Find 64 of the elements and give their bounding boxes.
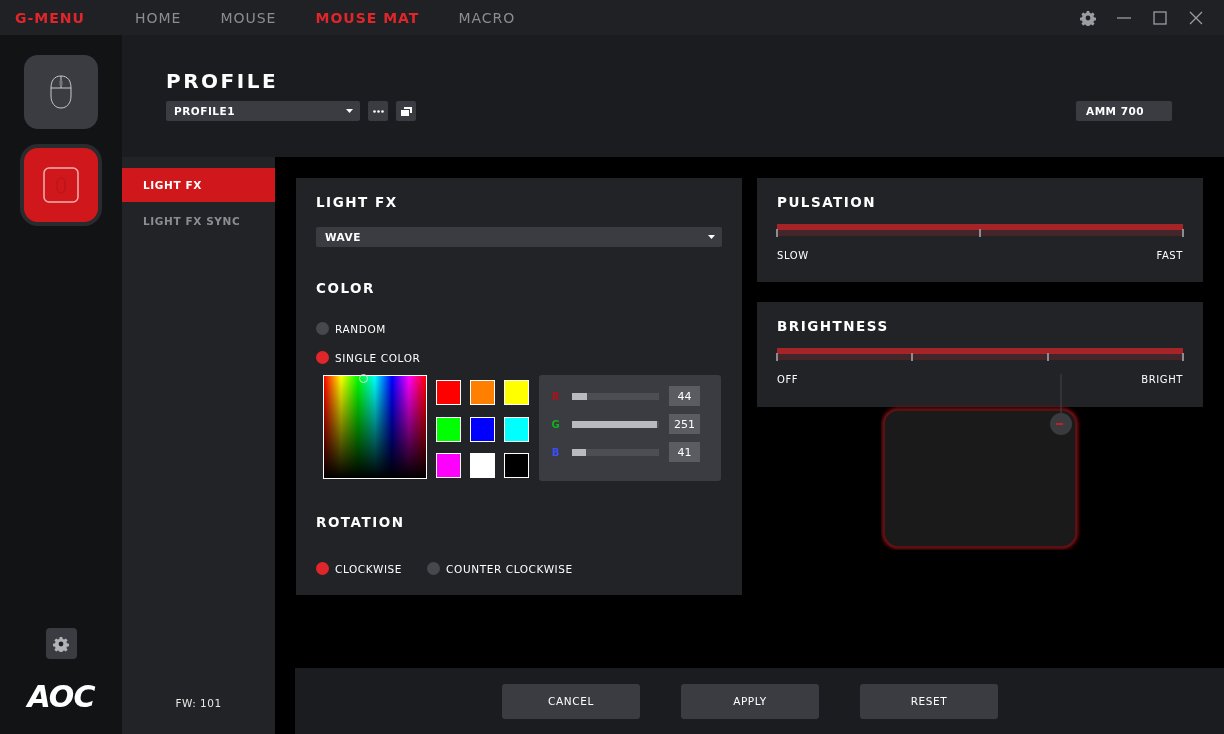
channel-label: R <box>550 390 561 402</box>
radio-button[interactable] <box>427 562 441 575</box>
slider-min-label: SLOW <box>777 250 809 261</box>
submenu-item[interactable]: LIGHT FX <box>122 168 275 202</box>
slider-max-label: BRIGHT <box>1141 374 1183 385</box>
close-icon[interactable] <box>1188 9 1204 26</box>
profile-dropdown[interactable]: PROFILE1 <box>166 101 360 121</box>
mouse-device-button[interactable] <box>24 55 98 129</box>
color-swatch[interactable] <box>504 416 529 442</box>
section-title: COLOR <box>316 280 376 296</box>
action-button[interactable]: RESET <box>860 683 998 719</box>
radio-button[interactable] <box>316 322 329 335</box>
color-swatch[interactable] <box>470 380 495 405</box>
channel-value-field[interactable]: 44 <box>669 386 700 406</box>
submenu-item[interactable]: LIGHT FX SYNC <box>122 204 275 238</box>
action-button[interactable]: CANCEL <box>502 683 640 719</box>
nav-tab[interactable]: MACRO <box>458 9 516 26</box>
settings-button[interactable] <box>45 628 77 659</box>
settings-icon[interactable] <box>53 635 69 652</box>
color-swatch[interactable] <box>470 416 495 442</box>
color-swatch[interactable] <box>470 453 495 479</box>
slider-max-label: FAST <box>1156 250 1183 261</box>
settings-icon[interactable] <box>1080 9 1096 26</box>
section-title: LIGHT FX <box>316 194 399 210</box>
color-swatch[interactable] <box>436 380 461 405</box>
radio-button[interactable] <box>316 562 329 575</box>
radio-label[interactable]: SINGLE COLOR <box>335 351 421 364</box>
radio-label[interactable]: CLOCKWISE <box>335 562 403 575</box>
copy-icon <box>400 106 412 116</box>
model-label: AMM 700 <box>1076 101 1172 121</box>
nav-tab[interactable]: HOME <box>134 9 182 26</box>
radio-button[interactable] <box>316 351 329 364</box>
section-title: BRIGHTNESS <box>777 318 890 334</box>
section-title: PULSATION <box>777 194 878 210</box>
color-swatch[interactable] <box>504 380 529 405</box>
logo: AOC <box>27 679 95 714</box>
slider-min-label: OFF <box>777 374 799 385</box>
caret-icon <box>708 235 715 239</box>
channel-value-field[interactable]: 41 <box>669 442 700 462</box>
nav-tab[interactable]: MOUSE <box>220 9 277 26</box>
dropdown-value: WAVE <box>325 231 361 243</box>
more-button[interactable] <box>368 101 388 121</box>
radio-label[interactable]: COUNTER CLOCKWISE <box>446 562 573 575</box>
app-title: G-MENU <box>15 9 85 26</box>
action-button[interactable]: APPLY <box>681 683 819 719</box>
radio-label[interactable]: RANDOM <box>335 322 386 335</box>
more-icon <box>372 109 384 113</box>
firmware-version: FW: 101 <box>174 697 223 709</box>
channel-label: G <box>550 418 561 430</box>
section-title: ROTATION <box>316 514 406 530</box>
channel-value-field[interactable]: 251 <box>669 414 700 434</box>
mousemat-icon <box>43 167 79 203</box>
dropdown-value: PROFILE1 <box>174 105 235 117</box>
mouse-icon <box>49 75 73 109</box>
channel-label: B <box>550 446 561 458</box>
maximize-icon[interactable] <box>1152 9 1168 26</box>
copy-button[interactable] <box>396 101 416 121</box>
page-title: PROFILE <box>166 69 280 93</box>
color-swatch[interactable] <box>504 453 529 479</box>
effect-dropdown[interactable]: WAVE <box>316 227 722 247</box>
caret-icon <box>346 109 353 113</box>
color-picker[interactable] <box>323 375 427 479</box>
color-swatch[interactable] <box>436 416 461 442</box>
color-swatch[interactable] <box>436 453 461 479</box>
